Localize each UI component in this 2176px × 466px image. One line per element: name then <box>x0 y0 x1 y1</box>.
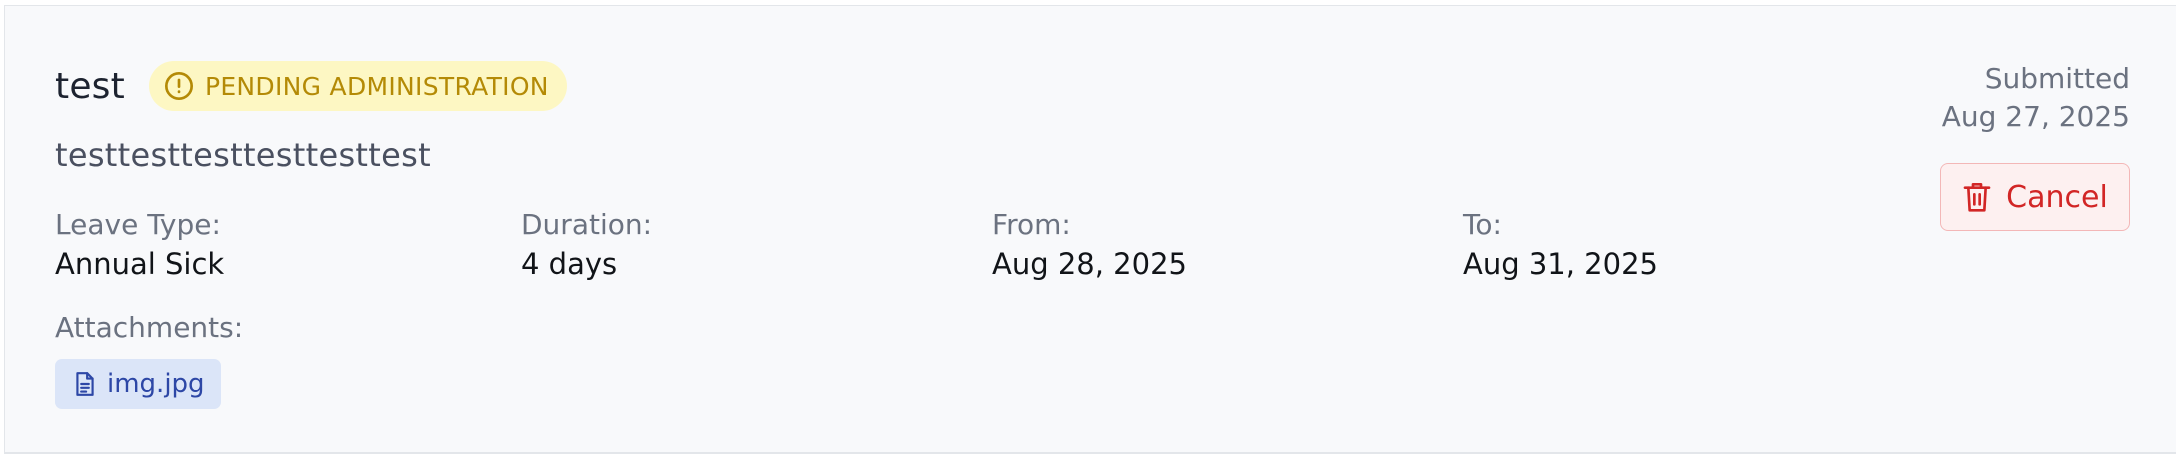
status-badge: PENDING ADMINISTRATION <box>148 61 567 111</box>
field-to: To: Aug 31, 2025 <box>1463 208 1658 284</box>
field-label: From: <box>992 208 1071 241</box>
field-from: From: Aug 28, 2025 <box>992 208 1187 284</box>
field-label: Duration: <box>521 208 653 241</box>
field-label: To: <box>1463 208 1502 241</box>
alert-circle-icon <box>164 72 193 100</box>
request-title: test <box>55 65 125 107</box>
status-badge-label: PENDING ADMINISTRATION <box>204 71 549 101</box>
leave-request-card: test PENDING ADMINISTRATION testtesttest… <box>4 5 2176 454</box>
field-value: Annual Sick <box>55 247 225 281</box>
attachments-label: Attachments: <box>55 311 244 344</box>
field-label: Leave Type: <box>55 208 221 241</box>
title-row: test PENDING ADMINISTRATION <box>55 58 567 114</box>
submitted-label: Submitted <box>1984 62 2130 95</box>
attachment-filename: img.jpg <box>107 369 205 399</box>
submitted-date: Aug 27, 2025 <box>1941 100 2130 133</box>
field-duration: Duration: 4 days <box>521 208 652 284</box>
cancel-button-label: Cancel <box>2006 179 2108 215</box>
submitted-info: Submitted Aug 27, 2025 <box>1942 60 2130 136</box>
field-value: 4 days <box>521 247 618 281</box>
request-description: testtesttesttesttesttest <box>55 136 431 174</box>
field-value: Aug 31, 2025 <box>1463 247 1658 281</box>
field-leave-type: Leave Type: Annual Sick <box>55 208 224 284</box>
attachment-link[interactable]: img.jpg <box>55 359 221 409</box>
file-icon <box>76 372 94 396</box>
cancel-button[interactable]: Cancel <box>1940 163 2130 231</box>
field-value: Aug 28, 2025 <box>992 247 1187 281</box>
trash-icon <box>1963 183 1991 212</box>
